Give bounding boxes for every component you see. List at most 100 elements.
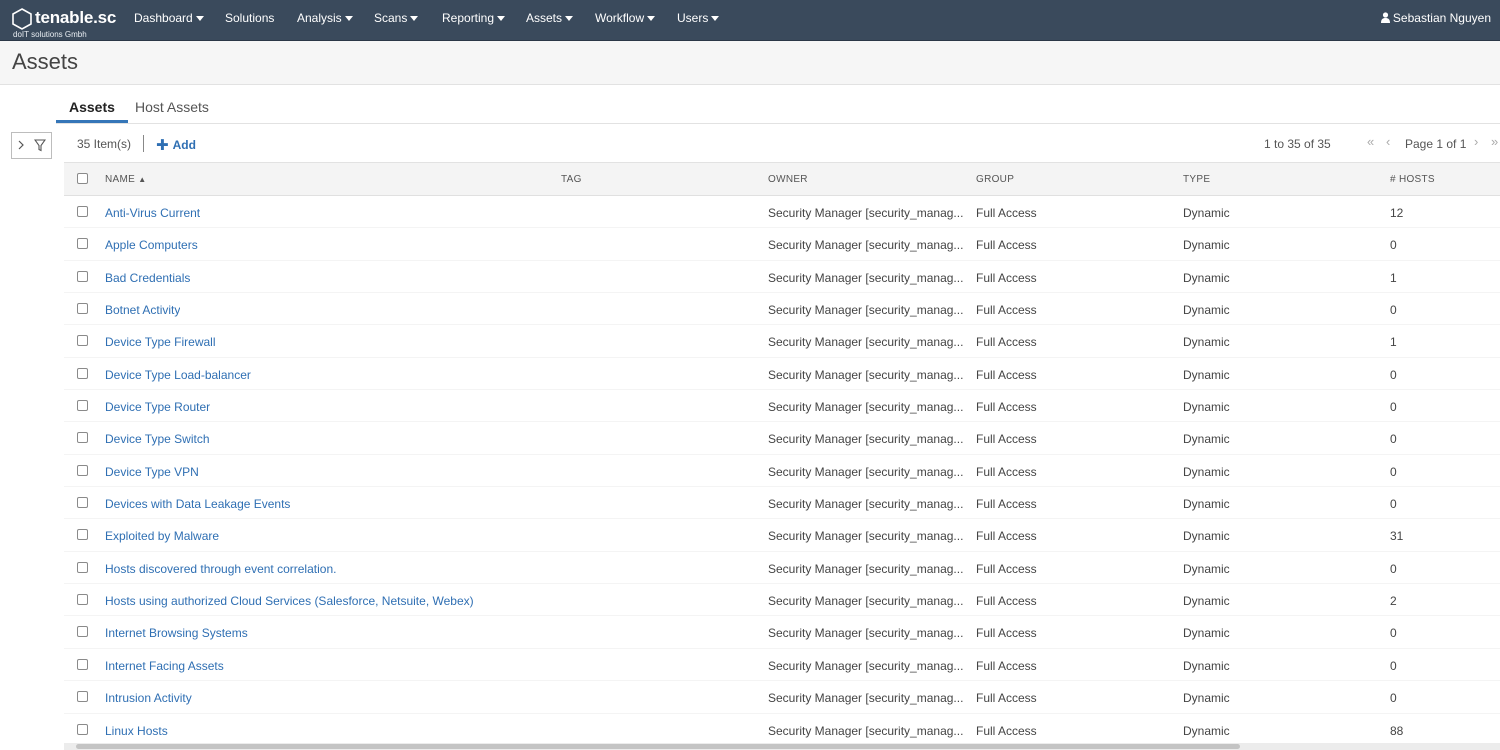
cell-hosts: 0 xyxy=(1390,238,1397,253)
row-checkbox[interactable] xyxy=(77,400,88,412)
table-row[interactable]: Intrusion Activity Security Manager [secu… xyxy=(64,681,1500,714)
row-checkbox[interactable] xyxy=(77,432,88,444)
horizontal-scrollbar[interactable] xyxy=(64,743,1500,750)
table-row[interactable]: Exploited by Malware Security Manager [se… xyxy=(64,519,1500,552)
cell-type: Dynamic xyxy=(1183,561,1230,576)
tab-assets[interactable]: Assets xyxy=(56,93,128,123)
table-row[interactable]: Anti-Virus Current Security Manager [secu… xyxy=(64,196,1500,229)
row-checkbox[interactable] xyxy=(77,303,88,315)
filter-panel-toggle[interactable] xyxy=(11,132,52,159)
table-row[interactable]: Device Type Router Security Manager [secu… xyxy=(64,390,1500,423)
cell-type: Dynamic xyxy=(1183,400,1230,415)
table-row[interactable]: Botnet Activity Security Manager [securit… xyxy=(64,293,1500,326)
next-page-icon[interactable]: › xyxy=(1474,134,1478,149)
add-button-label: Add xyxy=(172,138,196,152)
cell-name[interactable]: Device Type VPN xyxy=(105,465,199,479)
cell-name[interactable]: Intrusion Activity xyxy=(105,691,192,705)
table-row[interactable]: Linux Hosts Security Manager [security_ma… xyxy=(64,714,1500,746)
cell-name[interactable]: Bad Credentials xyxy=(105,271,190,285)
tab-host-assets[interactable]: Host Assets xyxy=(122,93,222,123)
cell-group: Full Access xyxy=(976,561,1037,576)
row-checkbox[interactable] xyxy=(77,270,88,282)
column-header-name[interactable]: NAME ▲ xyxy=(105,174,146,185)
cell-name[interactable]: Devices with Data Leakage Events xyxy=(105,497,290,511)
column-header-type[interactable]: TYPE xyxy=(1183,174,1210,185)
row-checkbox[interactable] xyxy=(77,691,88,703)
add-button[interactable]: ✚ Add xyxy=(156,136,196,154)
row-checkbox[interactable] xyxy=(77,238,88,250)
cell-name[interactable]: Anti-Virus Current xyxy=(105,206,200,220)
nav-solutions-label: Solutions xyxy=(225,11,275,25)
cell-name[interactable]: Device Type Firewall xyxy=(105,335,215,349)
table-row[interactable]: Bad Credentials Security Manager [securit… xyxy=(64,261,1500,294)
row-checkbox[interactable] xyxy=(77,626,88,638)
cell-type: Dynamic xyxy=(1183,206,1230,220)
cell-name[interactable]: Device Type Load-balancer xyxy=(105,368,251,382)
select-all-checkbox[interactable] xyxy=(77,173,88,184)
table-row[interactable]: Hosts discovered through event correlati… xyxy=(64,552,1500,585)
column-header-group[interactable]: GROUP xyxy=(976,174,1014,185)
cell-name[interactable]: Internet Browsing Systems xyxy=(105,626,248,640)
row-checkbox[interactable] xyxy=(77,335,88,347)
row-checkbox[interactable] xyxy=(77,594,88,606)
cell-name[interactable]: Hosts discovered through event correlati… xyxy=(105,562,336,576)
nav-solutions[interactable]: Solutions xyxy=(225,0,274,36)
row-checkbox[interactable] xyxy=(77,723,88,735)
cell-type: Dynamic xyxy=(1183,626,1230,641)
table-row[interactable]: Hosts using authorized Cloud Services (S… xyxy=(64,584,1500,617)
nav-users[interactable]: Users xyxy=(677,0,720,36)
cell-group: Full Access xyxy=(976,497,1037,512)
row-checkbox[interactable] xyxy=(77,497,88,509)
user-menu[interactable]: Sebastian Nguyen xyxy=(1380,0,1491,36)
pagination-range: 1 to 35 of 35 xyxy=(1264,137,1331,151)
row-checkbox[interactable] xyxy=(77,367,88,379)
nav-scans[interactable]: Scans xyxy=(374,0,419,36)
column-header-tag[interactable]: TAG xyxy=(561,174,582,185)
nav-assets[interactable]: Assets xyxy=(526,0,574,36)
table-row[interactable]: Device Type Load-balancer Security Manage… xyxy=(64,358,1500,391)
table-row[interactable]: Device Type Firewall Security Manager [se… xyxy=(64,325,1500,358)
row-checkbox[interactable] xyxy=(77,464,88,476)
column-header-hosts[interactable]: # HOSTS xyxy=(1390,174,1435,185)
row-checkbox[interactable] xyxy=(77,561,88,573)
table-row[interactable]: Apple Computers Security Manager [securit… xyxy=(64,228,1500,261)
row-checkbox[interactable] xyxy=(77,529,88,541)
nav-workflow-label: Workflow xyxy=(595,11,645,25)
cell-name[interactable]: Device Type Router xyxy=(105,400,210,414)
row-checkbox[interactable] xyxy=(77,658,88,670)
cell-owner: Security Manager [security_manag... xyxy=(768,626,964,641)
column-header-owner[interactable]: OWNER xyxy=(768,174,808,185)
cell-group: Full Access xyxy=(976,723,1037,738)
cell-name[interactable]: Linux Hosts xyxy=(105,724,168,738)
table-row[interactable]: Device Type Switch Security Manager [secu… xyxy=(64,422,1500,455)
cell-name[interactable]: Exploited by Malware xyxy=(105,529,219,543)
cell-name[interactable]: Apple Computers xyxy=(105,238,198,252)
nav-workflow[interactable]: Workflow xyxy=(595,0,656,36)
nav-analysis[interactable]: Analysis xyxy=(297,0,353,36)
table-row[interactable]: Devices with Data Leakage Events Security… xyxy=(64,487,1500,520)
user-icon xyxy=(1380,12,1390,23)
cell-owner: Security Manager [security_manag... xyxy=(768,432,964,447)
nav-dashboard[interactable]: Dashboard xyxy=(134,0,204,36)
table-row[interactable]: Device Type VPN Security Manager [securit… xyxy=(64,455,1500,488)
cell-hosts: 0 xyxy=(1390,658,1397,673)
sort-ascending-icon: ▲ xyxy=(138,175,147,184)
previous-page-icon[interactable]: ‹ xyxy=(1386,134,1390,149)
cell-hosts: 0 xyxy=(1390,626,1397,641)
row-checkbox[interactable] xyxy=(77,206,88,217)
cell-name[interactable]: Internet Facing Assets xyxy=(105,659,224,673)
first-page-icon[interactable]: « xyxy=(1367,134,1374,149)
table-row[interactable]: Internet Facing Assets Security Manager [… xyxy=(64,649,1500,682)
cell-name[interactable]: Device Type Switch xyxy=(105,432,210,446)
table-row[interactable]: Internet Browsing Systems Security Manage… xyxy=(64,616,1500,649)
cell-owner: Security Manager [security_manag... xyxy=(768,561,964,576)
scrollbar-thumb[interactable] xyxy=(76,744,1240,749)
cell-type: Dynamic xyxy=(1183,658,1230,673)
last-page-icon[interactable]: » xyxy=(1491,134,1498,149)
cell-name[interactable]: Hosts using authorized Cloud Services (S… xyxy=(105,594,474,608)
nav-reporting[interactable]: Reporting xyxy=(442,0,506,36)
nav-scans-label: Scans xyxy=(374,11,408,25)
tenable-logo[interactable]: tenable.sc doIT solutions Gmbh xyxy=(11,6,121,40)
chevron-right-icon xyxy=(18,140,24,150)
cell-name[interactable]: Botnet Activity xyxy=(105,303,180,317)
